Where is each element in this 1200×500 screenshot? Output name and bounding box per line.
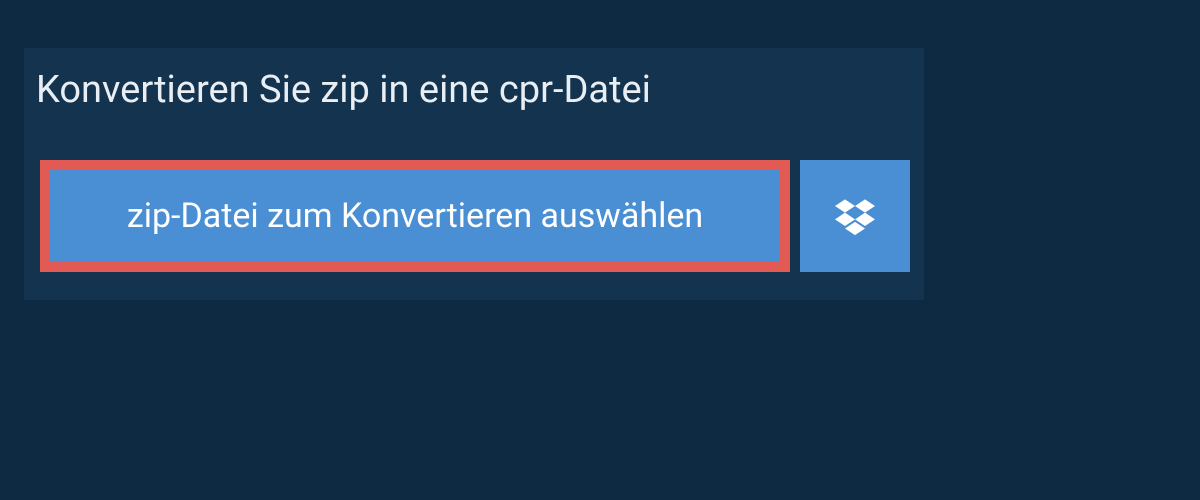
- dropbox-button[interactable]: [800, 160, 910, 272]
- select-file-label: zip-Datei zum Konvertieren auswählen: [127, 196, 703, 236]
- button-row: zip-Datei zum Konvertieren auswählen: [24, 132, 924, 300]
- page-title: Konvertieren Sie zip in eine cpr-Datei: [24, 48, 679, 132]
- header-row: Konvertieren Sie zip in eine cpr-Datei: [24, 48, 924, 132]
- converter-panel: Konvertieren Sie zip in eine cpr-Datei z…: [24, 48, 924, 300]
- select-file-button[interactable]: zip-Datei zum Konvertieren auswählen: [40, 160, 790, 272]
- dropbox-icon: [835, 196, 875, 236]
